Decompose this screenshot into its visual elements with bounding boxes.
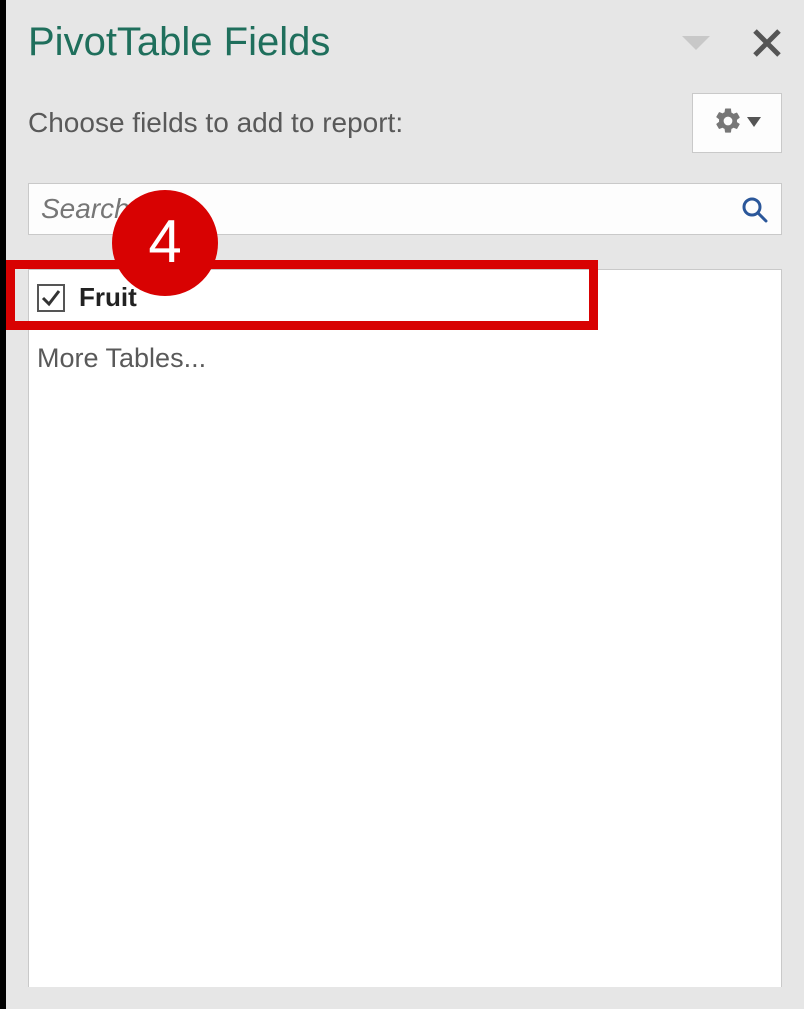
tools-button[interactable] [692, 93, 782, 153]
fields-list: Fruit More Tables... [28, 269, 782, 987]
field-item-fruit[interactable]: Fruit [29, 274, 781, 321]
close-icon[interactable] [752, 28, 782, 58]
checkbox-checked-icon[interactable] [37, 284, 65, 312]
search-field-wrap [28, 183, 782, 235]
panel-subtitle: Choose fields to add to report: [28, 107, 403, 139]
panel-title-controls [682, 28, 782, 58]
field-item-label: Fruit [79, 282, 137, 313]
panel-title-row: PivotTable Fields [28, 20, 782, 65]
pivottable-fields-panel: PivotTable Fields Choose fields to add t… [6, 0, 804, 987]
panel-title: PivotTable Fields [28, 20, 330, 65]
search-input[interactable] [28, 183, 782, 235]
panel-subtitle-row: Choose fields to add to report: [28, 93, 782, 153]
more-tables-link[interactable]: More Tables... [29, 321, 781, 382]
panel-options-dropdown[interactable] [682, 36, 710, 50]
chevron-down-icon [747, 114, 761, 132]
gear-icon [713, 106, 743, 141]
